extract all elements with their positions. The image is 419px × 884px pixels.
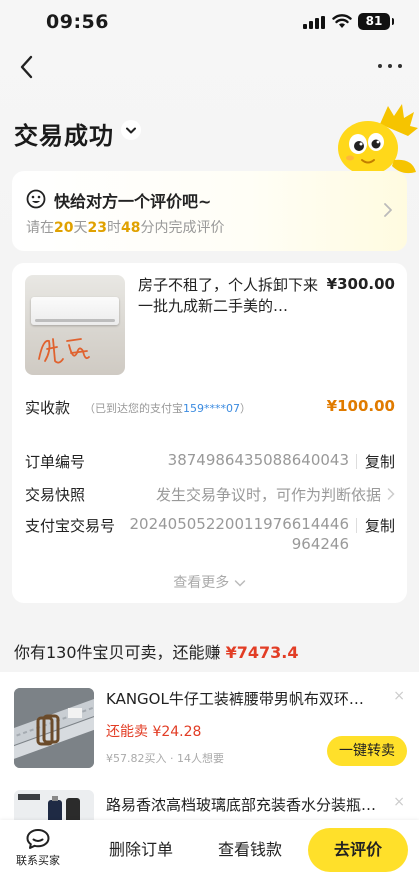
resell-item-title: KANGOL牛仔工装裤腰带男帆布双环扣简… — [106, 690, 378, 708]
resell-summary: 你有130件宝贝可卖，还能赚 ¥7473.4 — [14, 639, 299, 663]
chevron-down-icon — [234, 580, 245, 587]
rating-reminder-banner[interactable]: 快给对方一个评价吧~ 请在20天23时48分内完成评价 — [12, 171, 407, 251]
chevron-right-icon — [384, 203, 392, 217]
title-expand-button[interactable] — [121, 120, 141, 140]
resell-recommendations: KANGOL牛仔工装裤腰带男帆布双环扣简… × 还能卖 ¥24.28 ¥57.8… — [0, 672, 419, 832]
countdown-prefix: 请在 — [26, 220, 54, 236]
view-wallet-button[interactable]: 查看钱款 — [205, 828, 295, 872]
alipay-account: 159****07 — [183, 402, 240, 415]
divider — [356, 518, 357, 533]
countdown-minutes: 48 — [120, 220, 141, 236]
one-click-resell-button[interactable]: 一键转卖 — [327, 736, 407, 766]
product-name[interactable]: 房子不租了，个人拆卸下来一批九成新二手美的… — [138, 275, 318, 317]
received-account-note: （已到达您的支付宝159****07） — [84, 400, 251, 416]
page-title: 交易成功 — [14, 122, 114, 150]
status-bar: 09:56 81 — [0, 0, 419, 44]
see-more-button[interactable]: 查看更多 — [12, 572, 407, 592]
resell-potential-amount: ¥7473.4 — [225, 643, 299, 662]
status-time: 09:56 — [46, 11, 109, 33]
countdown-hours: 23 — [87, 220, 107, 236]
resell-estimate: 还能卖 ¥24.28 — [106, 721, 201, 741]
battery-indicator: 81 — [358, 13, 394, 30]
alipay-trade-number-line2: 964246 — [291, 535, 349, 553]
air-conditioner-vent — [35, 319, 115, 322]
see-more-label: 查看更多 — [173, 575, 230, 591]
bottom-action-bar: 联系买家 删除订单 查看钱款 去评价 — [0, 820, 419, 884]
rating-countdown: 请在20天23时48分内完成评价 — [26, 217, 224, 237]
copy-alipay-trade-number-button[interactable]: 复制 — [365, 515, 395, 536]
product-thumbnail[interactable] — [25, 275, 125, 375]
mascot-fish-icon — [338, 104, 418, 175]
delete-order-button[interactable]: 删除订单 — [96, 828, 186, 872]
countdown-days-unit: 天 — [73, 220, 88, 236]
want-count: 14人想要 — [177, 752, 224, 765]
more-options-icon[interactable] — [376, 56, 404, 76]
cellular-signal-icon — [303, 16, 325, 29]
chevron-down-icon — [126, 127, 136, 134]
belt-illustration — [14, 688, 94, 768]
resell-item-title: 路易香浓高档玻璃底部充装香水分装瓶旅… — [106, 796, 378, 814]
order-number-label: 订单编号 — [25, 453, 86, 471]
countdown-days: 20 — [54, 220, 74, 236]
countdown-suffix: 分内完成评价 — [140, 220, 225, 236]
chevron-right-icon — [387, 488, 395, 500]
copy-order-number-button[interactable]: 复制 — [365, 451, 395, 472]
can-sell-price: ¥24.28 — [152, 724, 202, 740]
received-amount-label: 实收款 — [25, 399, 71, 417]
back-arrow-icon[interactable] — [14, 52, 40, 82]
contact-buyer-button[interactable]: 联系买家 — [12, 828, 64, 868]
divider — [356, 454, 357, 469]
wifi-icon — [332, 14, 352, 28]
alipay-trade-number-label: 支付宝交易号 — [25, 517, 116, 535]
alipay-trade-number-line1: 20240505220011976614446 — [129, 515, 350, 533]
order-card: 房子不租了，个人拆卸下来一批九成新二手美的… ¥300.00 实收款 （已到达您… — [12, 263, 407, 603]
received-amount: ¥100.00 — [326, 397, 395, 415]
received-note-suffix: ） — [240, 402, 251, 415]
contact-buyer-label: 联系买家 — [16, 854, 60, 867]
resell-item-meta: ¥57.82买入 · 14人想要 — [106, 750, 224, 766]
handwritten-bianyi-mark — [38, 338, 90, 364]
countdown-hours-unit: 时 — [106, 220, 121, 236]
smiley-face-icon — [26, 189, 46, 209]
meta-separator: · — [170, 752, 174, 765]
order-number-value: 3874986435088640043 — [167, 451, 349, 469]
rating-banner-title: 快给对方一个评价吧~ — [54, 192, 212, 211]
resell-summary-text: 你有130件宝贝可卖，还能赚 — [14, 643, 221, 662]
product-price: ¥300.00 — [326, 275, 395, 293]
belt-product-image — [14, 688, 94, 768]
trade-snapshot-hint: 发生交易争议时，可作为判断依据 — [155, 486, 381, 504]
rate-button[interactable]: 去评价 — [308, 828, 408, 872]
trade-snapshot-row[interactable]: 交易快照 发生交易争议时，可作为判断依据 — [25, 484, 395, 506]
trade-snapshot-label: 交易快照 — [25, 486, 86, 504]
can-sell-label: 还能卖 — [106, 724, 148, 740]
received-note-prefix: （已到达您的支付宝 — [84, 402, 183, 415]
resell-item[interactable]: KANGOL牛仔工装裤腰带男帆布双环扣简… × 还能卖 ¥24.28 ¥57.8… — [0, 688, 419, 770]
purchase-price: ¥57.82买入 — [106, 752, 167, 765]
dismiss-item-button[interactable]: × — [393, 688, 405, 704]
chat-bubble-icon — [26, 829, 50, 849]
dismiss-item-button[interactable]: × — [393, 794, 405, 810]
